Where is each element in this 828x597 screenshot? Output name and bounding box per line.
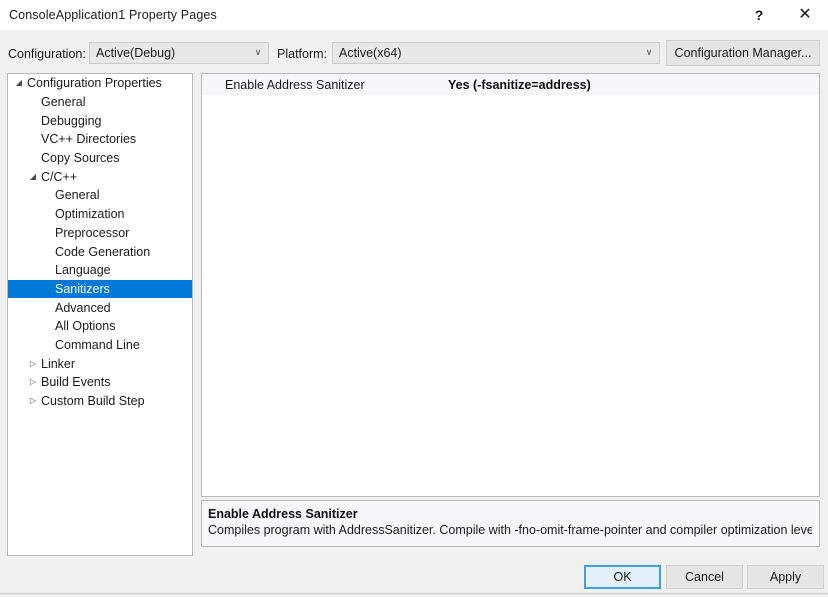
- chevron-down-icon: ∨: [645, 46, 653, 57]
- tree-item-all-options[interactable]: All Options: [8, 317, 192, 336]
- ok-button[interactable]: OK: [584, 565, 661, 589]
- collapsed-arrow-icon[interactable]: ▷: [26, 359, 40, 368]
- collapsed-arrow-icon[interactable]: ▷: [26, 378, 40, 386]
- apply-button[interactable]: Apply: [747, 565, 824, 589]
- platform-dropdown-value: Active(x64): [339, 46, 402, 60]
- tree-item-label: Debugging: [41, 113, 102, 128]
- property-grid[interactable]: Enable Address Sanitizer Yes (-fsanitize=…: [201, 73, 820, 497]
- tree-item-advanced[interactable]: Advanced: [8, 298, 192, 317]
- question-mark-icon: ?: [754, 7, 764, 23]
- tree-item-copy-sources[interactable]: Copy Sources: [8, 149, 192, 168]
- tree-item-label: Linker: [41, 356, 76, 371]
- tree-item-c-c[interactable]: ◢ C/C++: [8, 167, 192, 186]
- configuration-dropdown[interactable]: Active(Debug) ∨: [89, 42, 269, 64]
- window-title: ConsoleApplication1 Property Pages: [9, 8, 217, 22]
- tree-item-label: Code Generation: [55, 244, 151, 259]
- tree-item-label: General: [55, 188, 100, 203]
- tree-item-label: Build Events: [41, 375, 111, 390]
- tree-item-command-line[interactable]: Command Line: [8, 336, 192, 355]
- platform-dropdown[interactable]: Active(x64) ∨: [332, 42, 660, 64]
- platform-label: Platform:: [277, 47, 328, 61]
- tree-item-general[interactable]: General: [8, 93, 192, 112]
- tree-item-label: Copy Sources: [41, 151, 120, 166]
- help-button[interactable]: ?: [736, 0, 782, 30]
- configuration-label: Configuration:: [8, 47, 86, 61]
- configuration-properties-tree[interactable]: ◢ Configuration Properties General Debuggin…: [7, 73, 193, 556]
- description-text: Compiles program with AddressSanitizer. …: [208, 523, 812, 537]
- tree-item-linker[interactable]: ▷ Linker: [8, 354, 192, 373]
- tree-item-label: Configuration Properties: [27, 76, 162, 91]
- chevron-down-icon: ∨: [254, 46, 262, 57]
- tree-body: ◢ Configuration Properties General Debuggin…: [8, 74, 192, 410]
- tree-item-label: C/C++: [41, 169, 78, 184]
- tree-item-build-events[interactable]: ▷ Build Events: [8, 373, 192, 392]
- tree-item-vc-directories[interactable]: VC++ Directories: [8, 130, 192, 149]
- property-description-panel: Enable Address Sanitizer Compiles progra…: [201, 500, 820, 547]
- description-title: Enable Address Sanitizer: [208, 507, 358, 521]
- close-icon: ✕: [798, 6, 812, 23]
- tree-item-label: Custom Build Step: [41, 394, 145, 409]
- close-button[interactable]: ✕: [782, 0, 828, 30]
- property-grid-body: Enable Address Sanitizer Yes (-fsanitize=…: [202, 74, 819, 95]
- tree-item-label: All Options: [55, 319, 116, 334]
- tree-item-label: Language: [55, 263, 111, 278]
- configuration-dropdown-value: Active(Debug): [96, 46, 176, 60]
- collapsed-arrow-icon[interactable]: ▷: [26, 397, 40, 405]
- tree-item-code-generation[interactable]: Code Generation: [8, 242, 192, 261]
- tree-item-preprocessor[interactable]: Preprocessor: [8, 224, 192, 243]
- property-name: Enable Address Sanitizer: [225, 77, 365, 92]
- tree-item-custom-build-step[interactable]: ▷ Custom Build Step: [8, 392, 192, 411]
- title-bar: ConsoleApplication1 Property Pages ? ✕: [0, 0, 828, 30]
- tree-item-label: Optimization: [55, 207, 125, 222]
- property-value[interactable]: Yes (-fsanitize=address): [446, 78, 819, 92]
- tree-item-debugging[interactable]: Debugging: [8, 111, 192, 130]
- tree-item-configuration-properties[interactable]: ◢ Configuration Properties: [8, 74, 192, 93]
- tree-item-label: Advanced: [55, 300, 111, 315]
- tree-item-optimization[interactable]: Optimization: [8, 205, 192, 224]
- property-row[interactable]: Enable Address Sanitizer Yes (-fsanitize=…: [202, 74, 819, 95]
- cancel-button[interactable]: Cancel: [666, 565, 743, 589]
- tree-item-label: Sanitizers: [55, 281, 110, 296]
- tree-item-label: Preprocessor: [55, 225, 130, 240]
- tree-item-language[interactable]: Language: [8, 261, 192, 280]
- tree-item-general[interactable]: General: [8, 186, 192, 205]
- expanded-arrow-icon[interactable]: ◢: [26, 172, 40, 181]
- tree-item-sanitizers[interactable]: Sanitizers: [8, 279, 192, 299]
- tree-item-label: Command Line: [55, 337, 140, 352]
- tree-item-label: General: [41, 95, 86, 110]
- expanded-arrow-icon[interactable]: ◢: [12, 79, 26, 87]
- bottom-divider: [0, 593, 828, 594]
- tree-item-label: VC++ Directories: [41, 132, 137, 147]
- configuration-manager-button[interactable]: Configuration Manager...: [666, 40, 820, 66]
